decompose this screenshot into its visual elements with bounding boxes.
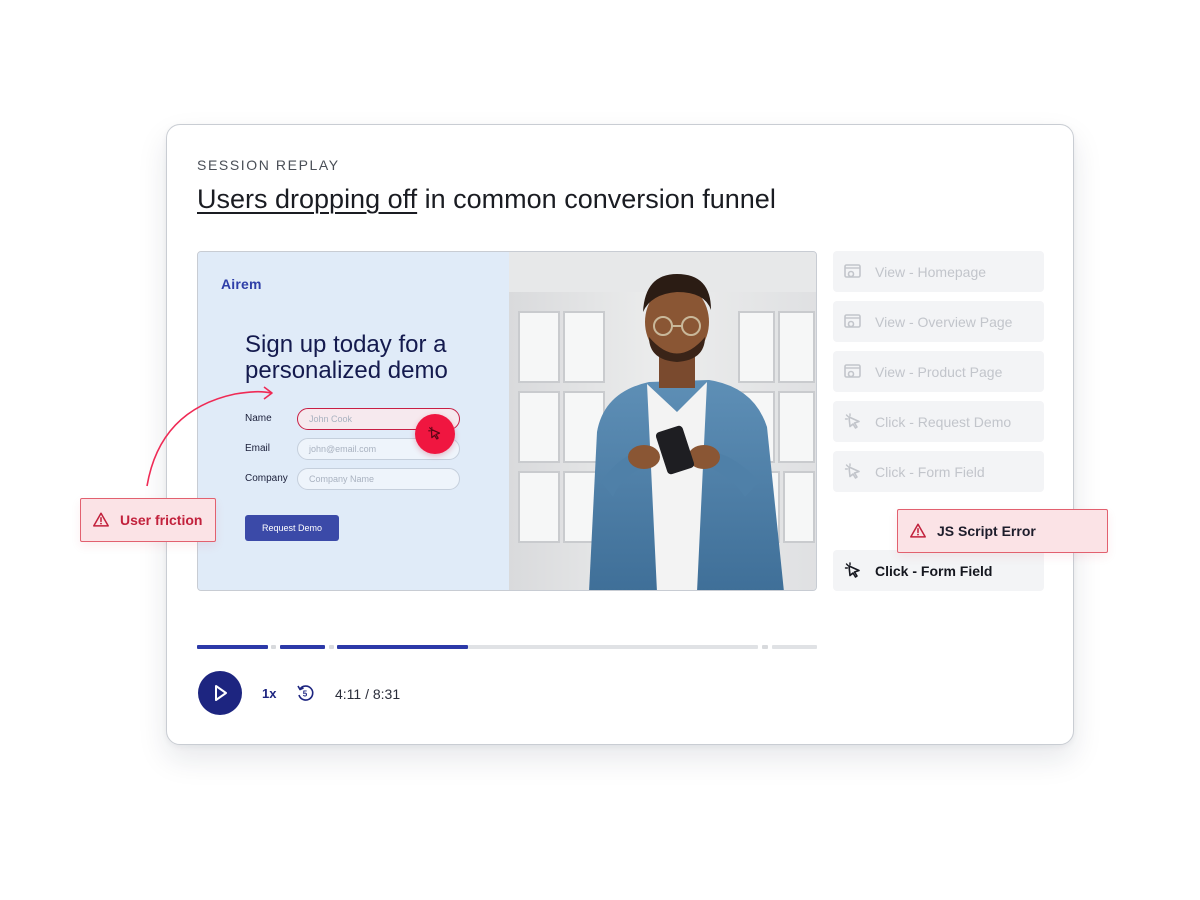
playback-time: 4:11 / 8:31: [335, 686, 401, 702]
timeline-gap: [271, 645, 276, 649]
click-cursor-icon: [844, 412, 860, 429]
hero-photo: [509, 252, 816, 590]
brand-logo: Airem: [221, 276, 262, 292]
event-label: Click - Request Demo: [875, 413, 1012, 430]
section-eyebrow: SESSION REPLAY: [197, 157, 340, 173]
event-item[interactable]: Click - Request Demo: [833, 401, 1044, 442]
event-label: Click - Form Field: [875, 562, 993, 579]
svg-text:5: 5: [303, 690, 308, 699]
callout-label: JS Script Error: [937, 523, 1036, 539]
replay-viewport[interactable]: Airem Sign up today for a personalized d…: [197, 251, 817, 591]
js-error-callout: JS Script Error: [897, 509, 1108, 553]
landing-page-form-panel: Airem Sign up today for a personalized d…: [198, 252, 509, 590]
rage-click-indicator: [415, 414, 455, 454]
timeline-segment-played: [280, 645, 325, 649]
timeline-segment-remaining: [772, 645, 817, 649]
event-label: Click - Form Field: [875, 463, 985, 480]
play-button[interactable]: [198, 671, 242, 715]
timeline-gap: [762, 645, 768, 649]
user-friction-callout: User friction: [80, 498, 216, 542]
landing-headline: Sign up today for a personalized demo: [245, 331, 448, 384]
play-icon: [215, 685, 227, 701]
person-with-phone-illustration: [509, 252, 816, 590]
name-label: Name: [245, 413, 272, 424]
playback-speed-button[interactable]: 1x: [262, 686, 276, 701]
event-label: View - Product Page: [875, 363, 1003, 380]
timeline-gap: [329, 645, 334, 649]
click-cursor-icon: [844, 561, 860, 578]
page-view-icon: [844, 263, 861, 278]
headline-emphasis: Users dropping off: [197, 184, 418, 214]
callout-label: User friction: [120, 512, 203, 528]
page-view-icon: [844, 363, 861, 378]
company-label: Company: [245, 473, 288, 484]
event-item[interactable]: View - Product Page: [833, 351, 1044, 392]
headline-rest: in common conversion funnel: [417, 184, 776, 214]
warning-icon: [910, 523, 926, 538]
email-label: Email: [245, 443, 271, 454]
rewind-button[interactable]: 5: [295, 683, 315, 703]
warning-icon: [93, 512, 109, 527]
click-cursor-icon: [844, 462, 860, 479]
page-view-icon: [844, 313, 861, 328]
timeline-segment-played: [197, 645, 268, 649]
event-item-active[interactable]: Click - Form Field: [833, 550, 1044, 591]
timeline-segment-played: [337, 645, 468, 649]
event-item[interactable]: Click - Form Field: [833, 451, 1044, 492]
company-field[interactable]: Company Name: [297, 468, 460, 490]
event-label: View - Overview Page: [875, 313, 1013, 330]
page-title: Users dropping off in common conversion …: [197, 184, 776, 215]
event-label: View - Homepage: [875, 263, 987, 280]
rewind-5-icon: 5: [297, 685, 314, 701]
event-item[interactable]: View - Homepage: [833, 251, 1044, 292]
timeline-segment-remaining: [468, 645, 758, 649]
click-cursor-icon: [428, 426, 441, 440]
event-item[interactable]: View - Overview Page: [833, 301, 1044, 342]
request-demo-button[interactable]: Request Demo: [245, 515, 339, 541]
